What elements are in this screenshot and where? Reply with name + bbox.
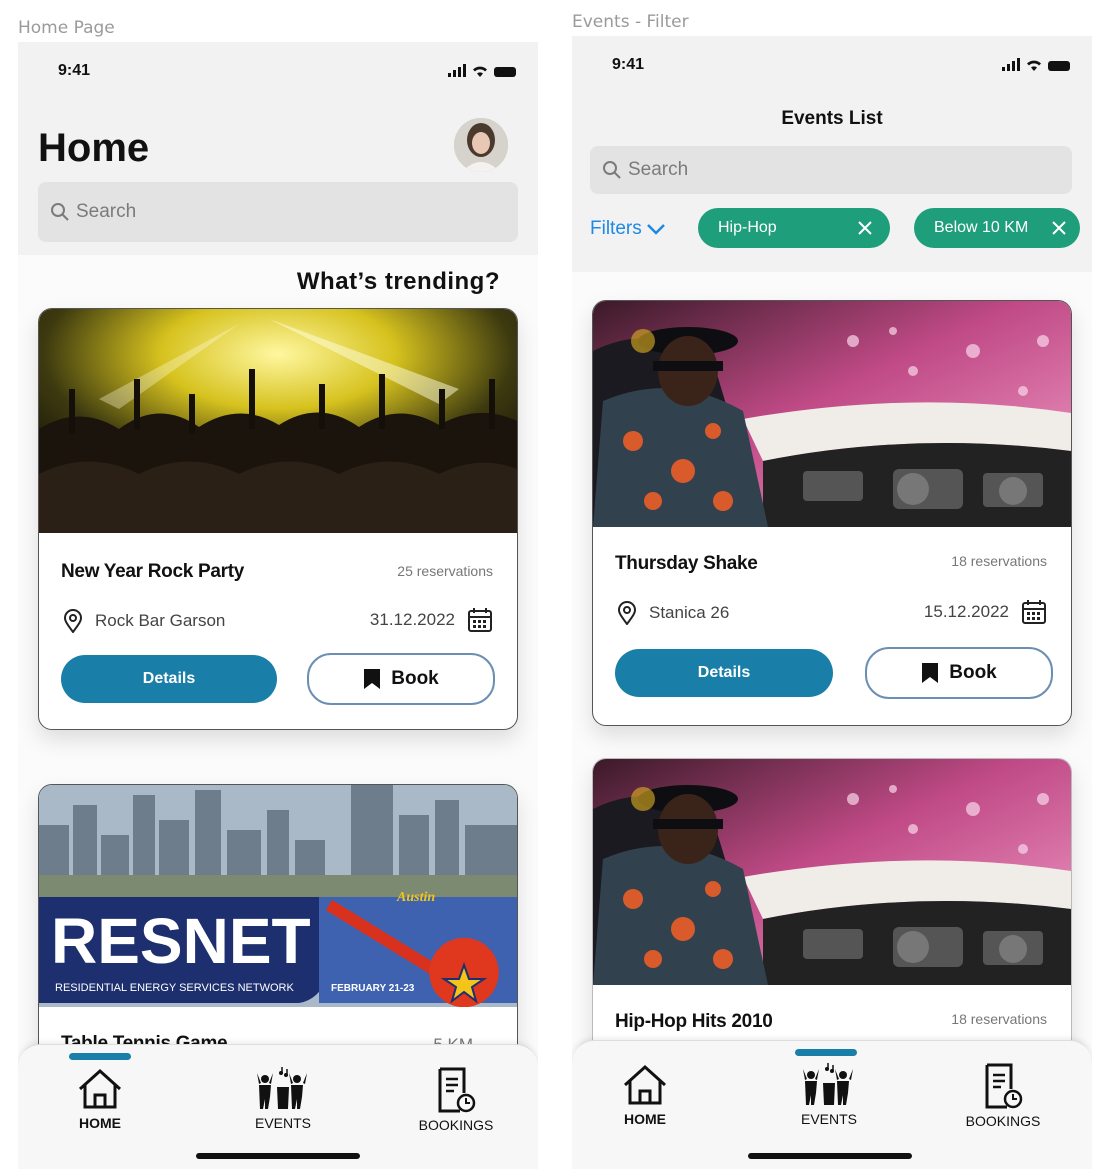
status-bar: 9:41: [572, 56, 1092, 86]
avatar[interactable]: [454, 118, 508, 172]
search-placeholder: Search: [76, 201, 137, 222]
banner-title: RESNET: [51, 905, 311, 977]
search-input[interactable]: Search: [38, 182, 518, 242]
location-text: Stanica 26: [649, 603, 730, 622]
book-button[interactable]: Book: [307, 653, 495, 705]
tab-events[interactable]: EVENTS: [228, 1067, 338, 1131]
event-card[interactable]: New Year Rock Party 25 reservations Rock…: [38, 308, 518, 730]
book-label: Book: [949, 662, 997, 683]
battery-icon: [1048, 61, 1070, 71]
details-button[interactable]: Details: [61, 655, 277, 703]
chip-label: Below 10 KM: [934, 219, 1029, 236]
event-date: 31.12.2022: [370, 607, 493, 633]
event-card[interactable]: Thursday Shake 18 reservations Stanica 2…: [592, 300, 1072, 726]
tab-home[interactable]: HOME: [45, 1067, 155, 1131]
reservations-count: 18 reservations: [951, 1011, 1047, 1027]
tab-home[interactable]: HOME: [590, 1063, 700, 1127]
home-indicator-bar: [748, 1153, 912, 1159]
tab-bookings[interactable]: BOOKINGS: [401, 1067, 511, 1133]
reservations-count: 25 reservations: [397, 563, 493, 579]
bookings-document-clock-icon: [438, 1067, 476, 1113]
tab-bar: HOME EVENTS BOOKINGS: [572, 1040, 1092, 1169]
status-time: 9:41: [612, 56, 645, 73]
tab-label: HOME: [79, 1115, 121, 1131]
filters-label: Filters: [590, 218, 642, 239]
bookmark-icon: [922, 663, 939, 683]
search-icon: [51, 203, 69, 221]
tab-bookings[interactable]: BOOKINGS: [948, 1063, 1058, 1129]
status-bar: 9:41: [18, 62, 538, 92]
signal-icon: [1002, 58, 1020, 71]
tab-label: EVENTS: [800, 1111, 857, 1127]
banner-city: Austin: [396, 890, 435, 905]
event-location: Rock Bar Garson: [63, 609, 225, 633]
location-pin-icon: [617, 601, 637, 625]
people-cheering-icon: [257, 1067, 307, 1109]
battery-icon: [494, 67, 516, 77]
home-icon: [78, 1068, 122, 1109]
date-text: 31.12.2022: [369, 610, 455, 629]
home-indicator-bar: [196, 1153, 360, 1159]
tab-label: EVENTS: [254, 1115, 311, 1131]
event-title: Hip-Hop Hits 2010: [615, 1011, 773, 1032]
book-button[interactable]: Book: [865, 647, 1053, 699]
event-date: 15.12.2022: [924, 599, 1047, 625]
section-title: What’s trending?: [296, 268, 500, 295]
chevron-down-icon: [646, 224, 665, 235]
event-title: New Year Rock Party: [61, 561, 245, 582]
tab-label: BOOKINGS: [965, 1113, 1041, 1129]
location-text: Rock Bar Garson: [95, 611, 226, 630]
event-image-dj: [593, 301, 1071, 527]
tab-bar: HOME EVENTS BOOKINGS: [18, 1044, 538, 1169]
calendar-icon: [468, 608, 492, 632]
search-input[interactable]: Search: [590, 146, 1072, 194]
page-title: Events List: [781, 108, 883, 129]
filter-chip-hiphop[interactable]: Hip-Hop: [698, 208, 890, 248]
avatar-image: [454, 118, 508, 172]
event-image-resnet: RESNET RESIDENTIAL ENERGY SERVICES NETWO…: [39, 785, 517, 1007]
event-image-dj: [593, 759, 1071, 985]
bookings-document-clock-icon: [985, 1063, 1023, 1109]
close-icon[interactable]: [1052, 221, 1066, 235]
reservations-count: 18 reservations: [951, 553, 1047, 569]
details-button[interactable]: Details: [615, 649, 833, 697]
events-screen: 9:41 Events List Search Filters Hip-Hop …: [572, 36, 1092, 1169]
event-title: Thursday Shake: [615, 553, 758, 574]
event-location: Stanica 26: [617, 601, 729, 625]
active-tab-indicator: [69, 1053, 131, 1060]
people-cheering-icon: [803, 1063, 853, 1105]
frame-label-home: Home Page: [18, 18, 115, 38]
search-icon: [603, 161, 621, 179]
home-screen: 9:41 Home Search What’s trending? New Ye…: [18, 42, 538, 1169]
tab-events[interactable]: EVENTS: [774, 1063, 884, 1127]
calendar-icon: [1022, 600, 1046, 624]
filters-button[interactable]: Filters: [590, 218, 666, 240]
banner-subtitle: RESIDENTIAL ENERGY SERVICES NETWORK: [55, 982, 294, 994]
wifi-icon: [473, 66, 487, 77]
book-label: Book: [391, 668, 439, 689]
home-icon: [623, 1064, 667, 1105]
status-time: 9:41: [58, 62, 91, 79]
bookmark-icon: [364, 669, 381, 689]
event-image-concert: [39, 309, 517, 533]
frame-label-events: Events - Filter: [572, 12, 689, 32]
tab-label: HOME: [624, 1111, 666, 1127]
close-icon[interactable]: [858, 221, 872, 235]
banner-date: FEBRUARY 21-23: [331, 983, 415, 994]
location-pin-icon: [63, 609, 83, 633]
active-tab-indicator: [795, 1049, 857, 1056]
wifi-icon: [1027, 60, 1041, 71]
tab-label: BOOKINGS: [418, 1117, 494, 1133]
date-text: 15.12.2022: [923, 602, 1009, 621]
search-placeholder: Search: [628, 159, 689, 180]
signal-icon: [448, 64, 466, 77]
chip-label: Hip-Hop: [718, 219, 777, 236]
page-title: Home: [38, 126, 150, 170]
filter-chip-distance[interactable]: Below 10 KM: [914, 208, 1080, 248]
